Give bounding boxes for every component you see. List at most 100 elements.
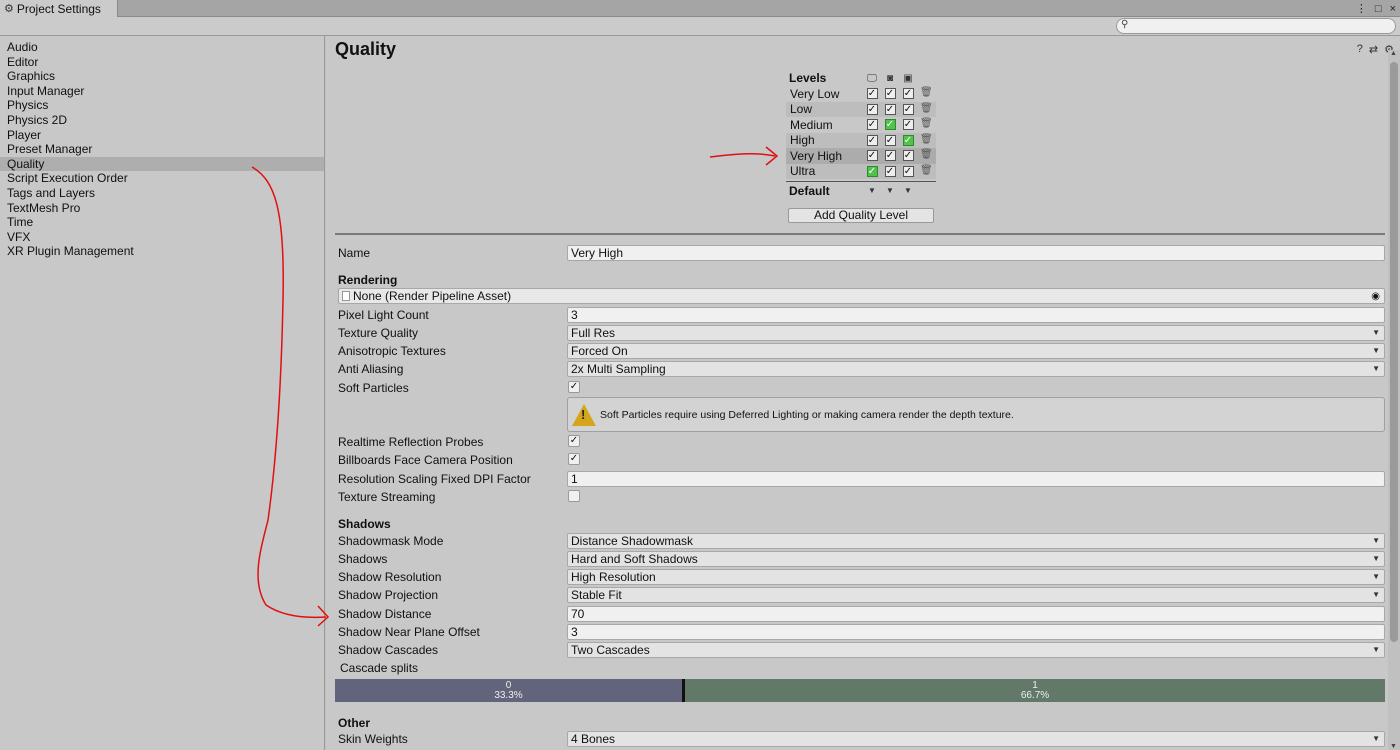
soft-particles-checkbox[interactable]: ✓ — [568, 381, 580, 393]
platform-level-checkbox[interactable]: ✓ — [884, 134, 896, 146]
texture-quality-label: Texture Quality — [338, 326, 419, 340]
chevron-down-icon: ▼ — [1372, 328, 1380, 337]
quality-level-name: Very Low — [790, 86, 840, 101]
anti-aliasing-dropdown[interactable]: 2x Multi Sampling ▼ — [567, 361, 1385, 377]
platform-level-checkbox[interactable]: ✓ — [866, 165, 878, 177]
sidebar-item-audio[interactable]: Audio — [0, 40, 324, 55]
close-icon[interactable]: × — [1390, 3, 1396, 15]
shadowmask-mode-label: Shadowmask Mode — [338, 534, 444, 548]
name-field[interactable]: Very High — [567, 245, 1385, 261]
anti-aliasing-value: 2x Multi Sampling — [571, 362, 666, 376]
platform-level-checkbox[interactable]: ✓ — [884, 150, 896, 162]
anisotropic-textures-dropdown[interactable]: Forced On ▼ — [567, 343, 1385, 359]
help-icon[interactable]: ? — [1357, 43, 1363, 56]
quality-level-row[interactable]: Ultra ✓ ✓ ✓ 🗑 — [786, 163, 936, 179]
platform-level-checkbox[interactable]: ✓ — [902, 165, 914, 177]
platform-level-checkbox[interactable]: ✓ — [902, 119, 914, 131]
platform-level-checkbox[interactable]: ✓ — [902, 150, 914, 162]
platform-level-checkbox[interactable]: ✓ — [902, 134, 914, 146]
scroll-down-icon[interactable]: ▼ — [1390, 743, 1397, 750]
billboards-checkbox[interactable]: ✓ — [568, 453, 580, 465]
resolution-scaling-field[interactable]: 1 — [567, 471, 1385, 487]
shadowmask-mode-dropdown[interactable]: Distance Shadowmask ▼ — [567, 533, 1385, 549]
shadow-cascades-dropdown[interactable]: Two Cascades ▼ — [567, 642, 1385, 658]
tab-label: Project Settings — [16, 1, 101, 16]
shadows-header: Shadows — [338, 517, 391, 531]
scrollbar-thumb[interactable] — [1390, 62, 1398, 642]
sidebar-item-player[interactable]: Player — [0, 128, 324, 143]
platform-level-checkbox[interactable]: ✓ — [866, 150, 878, 162]
quality-level-row[interactable]: Very High ✓ ✓ ✓ 🗑 — [786, 148, 936, 164]
sidebar-item-editor[interactable]: Editor — [0, 55, 324, 70]
sidebar-item-quality[interactable]: Quality — [0, 156, 324, 172]
sidebar-item-tags-and-layers[interactable]: Tags and Layers — [0, 186, 324, 201]
vertical-scrollbar[interactable]: ▲ ▼ — [1388, 50, 1400, 750]
platform-level-checkbox[interactable]: ✓ — [866, 88, 878, 100]
shadow-projection-dropdown[interactable]: Stable Fit ▼ — [567, 587, 1385, 603]
project-settings-tab[interactable]: ⚙ Project Settings — [0, 0, 118, 17]
delete-level-icon[interactable]: 🗑 — [920, 165, 933, 177]
quality-level-row[interactable]: High ✓ ✓ ✓ 🗑 — [786, 132, 936, 148]
platform-level-checkbox[interactable]: ✓ — [866, 134, 878, 146]
platform-level-checkbox[interactable]: ✓ — [902, 88, 914, 100]
texture-streaming-checkbox[interactable] — [568, 490, 580, 502]
texture-quality-dropdown[interactable]: Full Res ▼ — [567, 325, 1385, 341]
sidebar-item-graphics[interactable]: Graphics — [0, 69, 324, 84]
sidebar: Audio Editor Graphics Input Manager Phys… — [0, 36, 325, 750]
quality-level-row[interactable]: Low ✓ ✓ ✓ 🗑 — [786, 101, 936, 117]
platform-level-checkbox[interactable]: ✓ — [884, 88, 896, 100]
platform-level-checkbox[interactable]: ✓ — [884, 165, 896, 177]
render-pipeline-asset-field[interactable]: None (Render Pipeline Asset) ◉ — [338, 288, 1385, 304]
skin-weights-dropdown[interactable]: 4 Bones ▼ — [567, 731, 1385, 747]
platform-level-checkbox[interactable]: ✓ — [866, 103, 878, 115]
add-quality-level-button[interactable]: Add Quality Level — [788, 208, 934, 223]
anti-aliasing-label: Anti Aliasing — [338, 362, 404, 376]
sidebar-item-physics-2d[interactable]: Physics 2D — [0, 113, 324, 128]
sidebar-item-xr-plugin-management[interactable]: XR Plugin Management — [0, 244, 324, 259]
maximize-icon[interactable]: □ — [1375, 3, 1382, 15]
object-picker-icon[interactable]: ◉ — [1371, 290, 1380, 304]
sidebar-item-input-manager[interactable]: Input Manager — [0, 84, 324, 99]
quality-levels-table: Levels 🖵 ◙ ▣ Very Low ✓ ✓ ✓ 🗑 Low ✓ ✓ ✓ 🗑 Medium ✓ ✓… — [786, 70, 936, 199]
window-controls: ⋮ □ × — [1356, 0, 1396, 17]
rendering-header: Rendering — [338, 273, 398, 287]
shadow-projection-label: Shadow Projection — [338, 588, 439, 602]
delete-level-icon[interactable]: 🗑 — [920, 134, 933, 146]
sidebar-item-textmesh-pro[interactable]: TextMesh Pro — [0, 201, 324, 216]
platform-level-checkbox[interactable]: ✓ — [884, 119, 896, 131]
sidebar-item-script-execution-order[interactable]: Script Execution Order — [0, 171, 324, 186]
platform-level-checkbox[interactable]: ✓ — [884, 103, 896, 115]
scroll-up-icon[interactable]: ▲ — [1390, 50, 1397, 57]
shadows-dropdown[interactable]: Hard and Soft Shadows ▼ — [567, 551, 1385, 567]
default-dropdown-webgl[interactable]: ▼ — [899, 186, 917, 195]
delete-level-icon[interactable]: 🗑 — [920, 88, 933, 99]
shadow-resolution-dropdown[interactable]: High Resolution ▼ — [567, 569, 1385, 585]
pixel-light-count-label: Pixel Light Count — [338, 308, 429, 322]
title-bar: ⚙ Project Settings ⋮ □ × — [0, 0, 1400, 17]
shadow-near-plane-offset-field[interactable]: 3 — [567, 624, 1385, 640]
shadow-distance-field[interactable]: 70 — [567, 606, 1385, 622]
preset-icon[interactable]: ⇄ — [1369, 43, 1378, 56]
platform-level-checkbox[interactable]: ✓ — [866, 119, 878, 131]
platform-level-checkbox[interactable]: ✓ — [902, 103, 914, 115]
sidebar-item-preset-manager[interactable]: Preset Manager — [0, 142, 324, 157]
more-options-icon[interactable]: ⋮ — [1356, 2, 1367, 15]
delete-level-icon[interactable]: 🗑 — [920, 103, 933, 115]
sidebar-item-physics[interactable]: Physics — [0, 98, 324, 113]
realtime-reflection-probes-checkbox[interactable]: ✓ — [568, 435, 580, 447]
cascade-1-segment[interactable]: 1 66.7% — [685, 679, 1385, 702]
delete-level-icon[interactable]: 🗑 — [920, 119, 933, 130]
texture-streaming-label: Texture Streaming — [338, 490, 436, 504]
settings-gear-icon: ⚙ — [4, 3, 14, 15]
quality-level-row[interactable]: Very Low ✓ ✓ ✓ 🗑 — [786, 86, 936, 102]
delete-level-icon[interactable]: 🗑 — [920, 150, 933, 161]
quality-level-row[interactable]: Medium ✓ ✓ ✓ 🗑 — [786, 117, 936, 133]
pixel-light-count-field[interactable]: 3 — [567, 307, 1385, 323]
cascade-0-segment[interactable]: 0 33.3% — [335, 679, 685, 702]
default-dropdown-android[interactable]: ▼ — [881, 186, 899, 195]
default-dropdown-desktop[interactable]: ▼ — [863, 186, 881, 195]
sidebar-item-vfx[interactable]: VFX — [0, 230, 324, 245]
search-input[interactable]: ⚲ — [1116, 18, 1396, 34]
sidebar-item-time[interactable]: Time — [0, 215, 324, 230]
levels-header: Levels 🖵 ◙ ▣ — [786, 70, 936, 86]
